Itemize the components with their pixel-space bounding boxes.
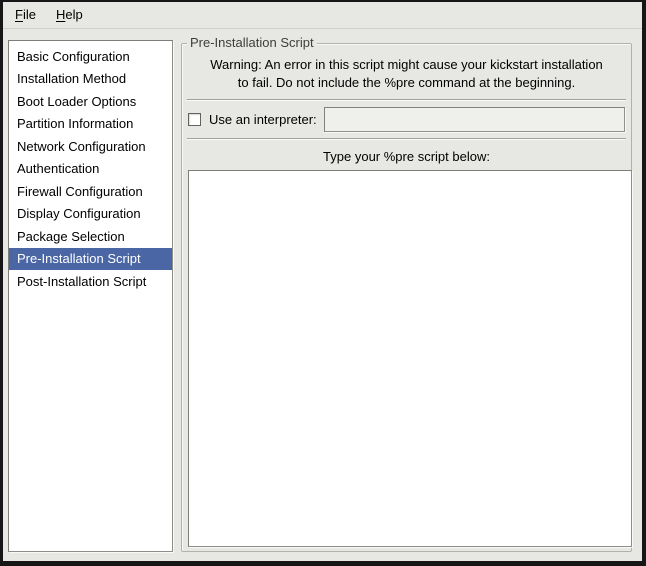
sidebar-item-label: Partition Information [17, 116, 133, 131]
sidebar-item-label: Package Selection [17, 229, 125, 244]
interpreter-row: Use an interpreter: [188, 106, 625, 133]
separator [187, 138, 626, 140]
sidebar-item-label: Firewall Configuration [17, 184, 143, 199]
sidebar-item-basic-configuration[interactable]: Basic Configuration [9, 45, 172, 68]
sidebar-item-boot-loader-options[interactable]: Boot Loader Options [9, 90, 172, 113]
sidebar-item-label: Network Configuration [17, 139, 146, 154]
menu-file-label: ile [23, 7, 36, 22]
sidebar-item-label: Pre-Installation Script [17, 251, 141, 266]
sidebar-item-installation-method[interactable]: Installation Method [9, 68, 172, 91]
window-content: File Help Basic Configuration Installati… [3, 2, 642, 561]
menu-help-accel: H [56, 7, 65, 22]
sidebar-item-label: Basic Configuration [17, 49, 130, 64]
warning-line-1: Warning: An error in this script might c… [186, 56, 627, 74]
menu-file[interactable]: File [5, 4, 46, 26]
sidebar-item-display-configuration[interactable]: Display Configuration [9, 203, 172, 226]
sidebar-item-label: Display Configuration [17, 206, 141, 221]
sidebar-item-network-configuration[interactable]: Network Configuration [9, 135, 172, 158]
sidebar-item-label: Post-Installation Script [17, 274, 146, 289]
interpreter-input[interactable] [324, 107, 625, 132]
separator [187, 99, 626, 101]
menu-help-label: elp [65, 7, 82, 22]
sidebar-item-firewall-configuration[interactable]: Firewall Configuration [9, 180, 172, 203]
sidebar-item-label: Authentication [17, 161, 99, 176]
sidebar-item-partition-information[interactable]: Partition Information [9, 113, 172, 136]
sidebar-item-post-installation-script[interactable]: Post-Installation Script [9, 270, 172, 293]
panel-title: Pre-Installation Script [187, 35, 317, 50]
sidebar-item-label: Installation Method [17, 71, 126, 86]
pre-installation-script-panel: Pre-Installation Script Warning: An erro… [181, 43, 632, 552]
script-instruction-label: Type your %pre script below: [182, 149, 631, 164]
menubar: File Help [3, 2, 642, 29]
sidebar-item-pre-installation-script[interactable]: Pre-Installation Script [9, 248, 172, 271]
window: File Help Basic Configuration Installati… [0, 0, 646, 566]
sidebar-list: Basic Configuration Installation Method … [8, 40, 173, 552]
sidebar-item-package-selection[interactable]: Package Selection [9, 225, 172, 248]
warning-line-2: to fail. Do not include the %pre command… [186, 74, 627, 92]
menu-help[interactable]: Help [46, 4, 93, 26]
warning-text: Warning: An error in this script might c… [186, 56, 627, 92]
script-textarea[interactable] [188, 170, 632, 547]
use-interpreter-label: Use an interpreter: [209, 112, 317, 127]
use-interpreter-checkbox[interactable] [188, 113, 201, 126]
menu-file-accel: F [15, 7, 23, 22]
sidebar-item-authentication[interactable]: Authentication [9, 158, 172, 181]
sidebar-item-label: Boot Loader Options [17, 94, 136, 109]
